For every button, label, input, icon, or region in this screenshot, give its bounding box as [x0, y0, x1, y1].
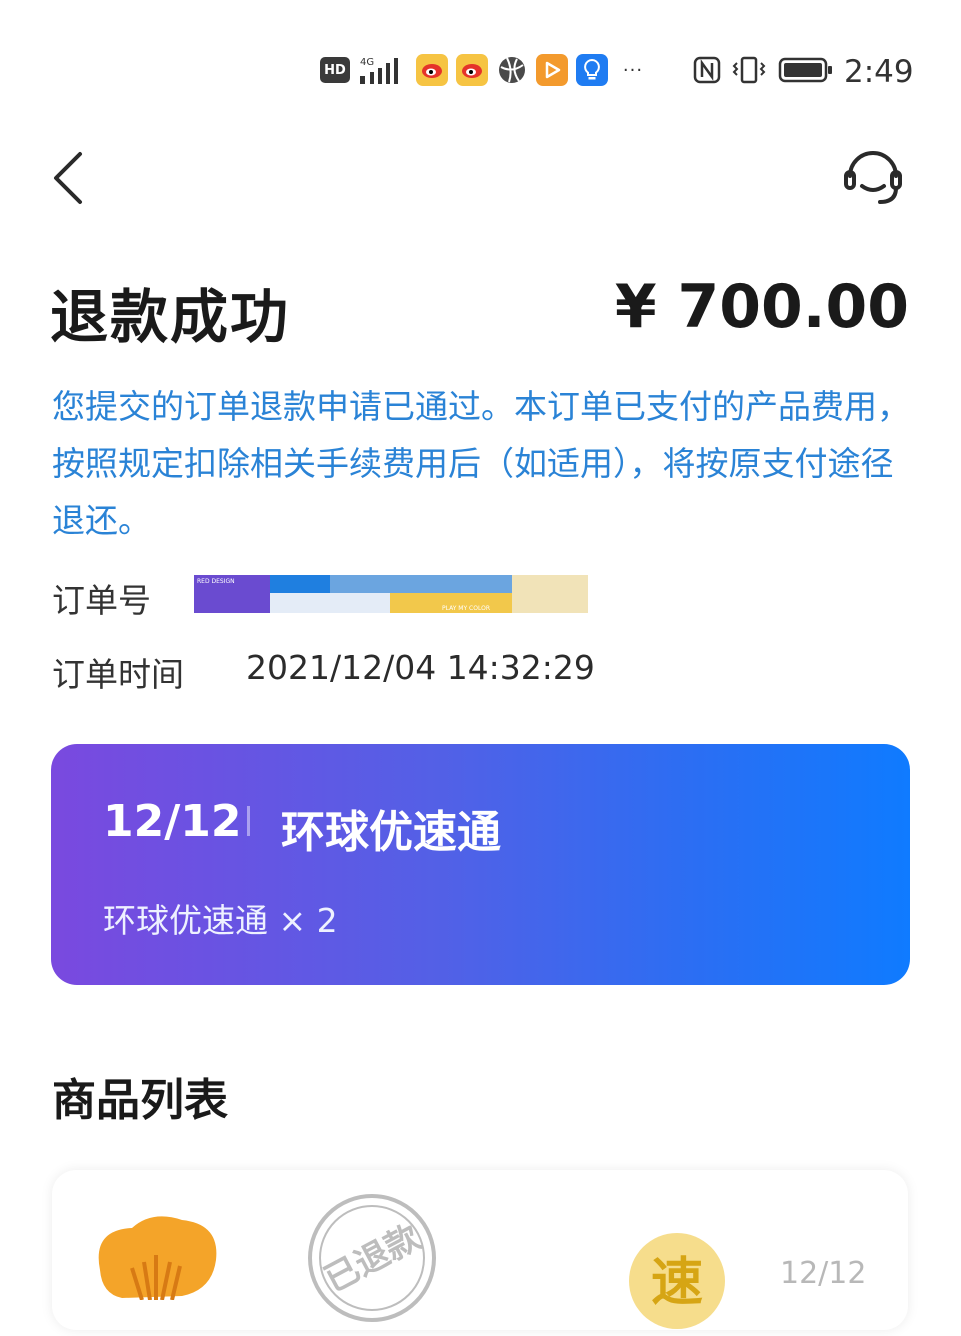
speed-badge-icon: 速: [626, 1230, 728, 1332]
headset-icon: [844, 151, 902, 204]
bulb-icon: [576, 54, 608, 86]
chevron-left-icon: [54, 152, 82, 204]
svg-text:4G: 4G: [360, 57, 374, 68]
stamp-text: 已退款: [318, 1217, 427, 1300]
status-bar: HD 4G ··· 2:49: [0, 50, 961, 94]
weibo-icon: [456, 54, 488, 86]
hd-icon: HD: [320, 57, 350, 83]
more-icon: ···: [622, 59, 644, 81]
list-item[interactable]: 已退款 速 12/12: [52, 1170, 908, 1330]
weibo-icon: [416, 54, 448, 86]
refund-amount: ¥ 700.00: [614, 272, 909, 342]
ball-icon: [496, 54, 528, 86]
refund-notice: 您提交的订单退款申请已通过。本订单已支付的产品费用，按照规定扣除相关手续费用后（…: [52, 387, 910, 540]
status-time: 2:49: [844, 54, 914, 90]
nfc-icon: [690, 50, 724, 90]
order-time-value: 2021/12/04 14:32:29: [246, 648, 595, 687]
refunded-stamp: 已退款: [306, 1192, 438, 1324]
card-product-detail: 环球优速通 × 2: [103, 901, 338, 940]
redacted-banner-text-1: RED DESIGN: [197, 578, 235, 585]
vibrate-icon: [730, 50, 768, 90]
divider: [247, 806, 250, 836]
badge-char: 速: [651, 1253, 703, 1313]
order-number-redacted: RED DESIGN PLAY MY COLOR: [194, 575, 588, 613]
card-date: 12/12: [103, 796, 242, 847]
order-number-label: 订单号: [52, 581, 151, 620]
order-time-label: 订单时间: [52, 655, 184, 694]
page-title: 退款成功: [50, 283, 291, 351]
customer-service-button[interactable]: [840, 146, 906, 210]
back-button[interactable]: [48, 148, 88, 208]
card-product-name: 环球优速通: [281, 807, 501, 858]
video-play-icon: [536, 54, 568, 86]
signal-icon: 4G: [358, 50, 408, 90]
battery-icon: [778, 50, 834, 90]
section-title: 商品列表: [52, 1075, 228, 1126]
product-thumbnail: [92, 1210, 222, 1301]
redacted-banner-text-2: PLAY MY COLOR: [442, 605, 490, 612]
product-summary-card[interactable]: 12/12 环球优速通 环球优速通 × 2: [51, 744, 910, 985]
product-date: 12/12: [780, 1256, 867, 1291]
